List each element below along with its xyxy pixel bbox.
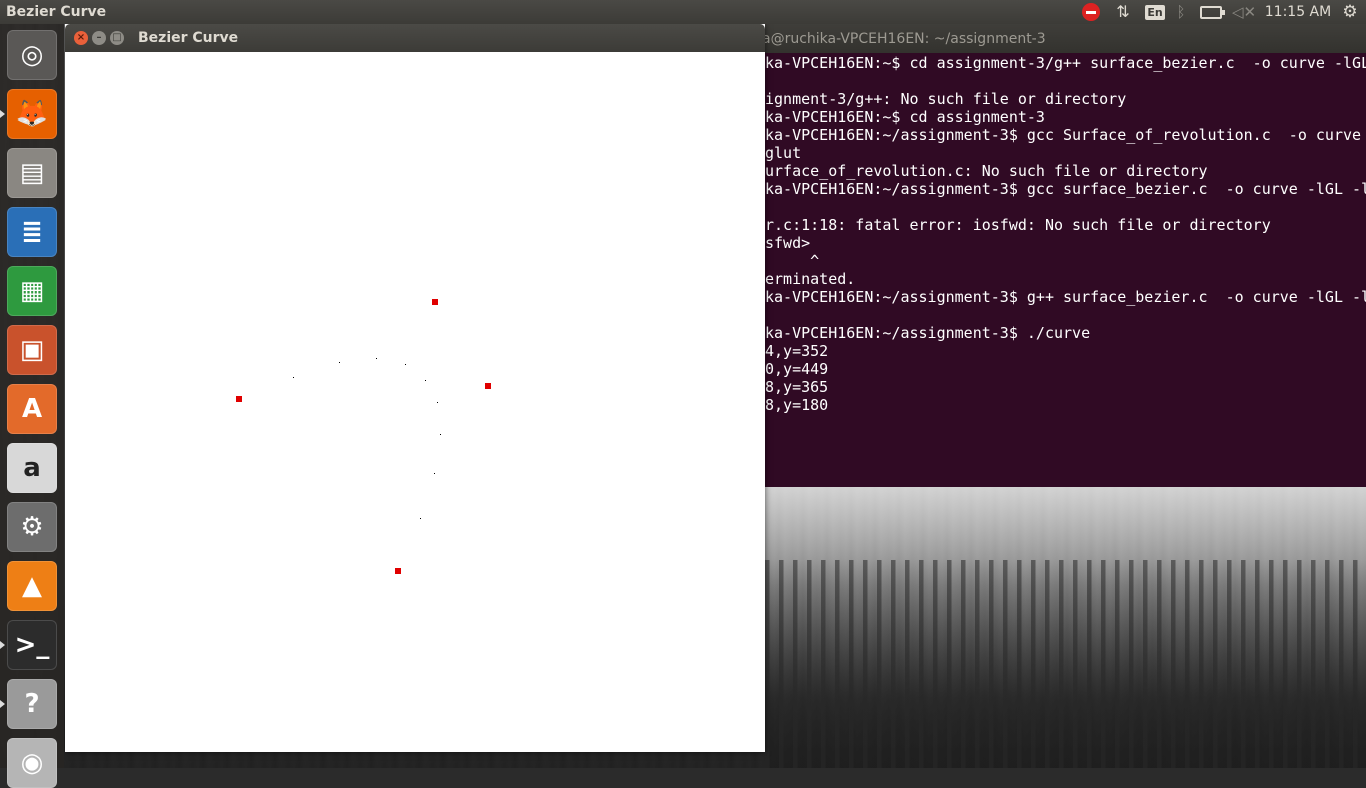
- running-indicator: [0, 641, 5, 649]
- terminal-output[interactable]: ka-VPCEH16EN:~$ cd assignment-3/g++ surf…: [765, 54, 1366, 487]
- terminal-window[interactable]: a@ruchika-VPCEH16EN: ~/assignment-3 ka-V…: [765, 24, 1366, 487]
- control-point[interactable]: [485, 383, 491, 389]
- curve-point: [440, 434, 441, 435]
- terminal-line: ^: [765, 252, 820, 270]
- bezier-canvas[interactable]: [65, 52, 765, 752]
- ubuntu-dash-icon: ◎: [20, 40, 44, 70]
- terminal-line: 8,y=180: [765, 396, 829, 414]
- calc-icon: ▦: [19, 276, 45, 306]
- launcher-item-writer[interactable]: ≣: [7, 207, 57, 257]
- terminal-line: urface_of_revolution.c: No such file or …: [765, 162, 1208, 180]
- terminal-line: ka-VPCEH16EN:~/assignment-3$ g++ surface…: [765, 288, 1366, 306]
- terminal-line: erminated.: [765, 270, 856, 288]
- system-settings-icon: ⚙: [20, 512, 44, 542]
- terminal-line: ka-VPCEH16EN:~/assignment-3$ ./curve: [765, 324, 1091, 342]
- keyboard-layout-indicator[interactable]: En: [1145, 0, 1165, 24]
- curve-point: [437, 402, 438, 403]
- vlc-icon: ▲: [22, 571, 42, 601]
- launcher-item-calc[interactable]: ▦: [7, 266, 57, 316]
- launcher-item-impress[interactable]: ▣: [7, 325, 57, 375]
- running-indicator: [0, 110, 5, 118]
- launcher-item-terminal[interactable]: >_: [7, 620, 57, 670]
- control-point[interactable]: [395, 568, 401, 574]
- terminal-icon: >_: [14, 630, 50, 660]
- bezier-titlebar[interactable]: × – □ Bezier Curve: [65, 24, 765, 52]
- active-window-title: Bezier Curve: [6, 4, 107, 20]
- terminal-line: ignment-3/g++: No such file or directory: [765, 90, 1127, 108]
- terminal-line: ka-VPCEH16EN:~/assignment-3$ gcc surface…: [765, 180, 1366, 198]
- launcher-item-vlc[interactable]: ▲: [7, 561, 57, 611]
- curve-point: [376, 358, 377, 359]
- terminal-titlebar[interactable]: a@ruchika-VPCEH16EN: ~/assignment-3: [765, 24, 1366, 53]
- bezier-window-title: Bezier Curve: [138, 30, 239, 46]
- control-point[interactable]: [432, 299, 438, 305]
- maximize-icon[interactable]: □: [110, 31, 124, 45]
- launcher: ◎ 🦊 ▤ ≣ ▦ ▣ Aa ⚙ ▲ >_? ◉: [0, 24, 64, 788]
- keyboard-layout-label: En: [1145, 4, 1165, 20]
- close-icon[interactable]: ×: [74, 31, 88, 45]
- wallpaper-forest: [765, 560, 1366, 768]
- software-center-icon: A: [21, 394, 43, 424]
- bezier-window[interactable]: × – □ Bezier Curve: [65, 24, 765, 752]
- writer-icon: ≣: [21, 217, 43, 247]
- launcher-item-firefox[interactable]: 🦊: [7, 89, 57, 139]
- settings-gear-icon[interactable]: ⚙: [1338, 0, 1362, 24]
- terminal-line: ka-VPCEH16EN:~$ cd assignment-3: [765, 108, 1045, 126]
- curve-point: [434, 473, 435, 474]
- terminal-line: r.c:1:18: fatal error: iosfwd: No such f…: [765, 216, 1271, 234]
- launcher-item-system-settings[interactable]: ⚙: [7, 502, 57, 552]
- curve-point: [425, 380, 426, 381]
- running-indicator: [0, 700, 5, 708]
- launcher-item-software-center[interactable]: A: [7, 384, 57, 434]
- launcher-item-files[interactable]: ▤: [7, 148, 57, 198]
- terminal-line: ka-VPCEH16EN:~$ cd assignment-3/g++ surf…: [765, 54, 1366, 72]
- control-point[interactable]: [236, 396, 242, 402]
- curve-point: [420, 518, 421, 519]
- top-panel: Bezier Curve ⇅ En ᛒ ◁✕ 11:15 AM ⚙: [0, 0, 1366, 24]
- terminal-line: ka-VPCEH16EN:~/assignment-3$ gcc Surface…: [765, 126, 1362, 144]
- launcher-item-unknown-app[interactable]: ?: [7, 679, 57, 729]
- stop-icon[interactable]: [1080, 0, 1102, 24]
- dvd-icon: ◉: [20, 748, 44, 778]
- network-icon[interactable]: ⇅: [1112, 0, 1134, 24]
- terminal-line: 0,y=449: [765, 360, 829, 378]
- minimize-icon[interactable]: –: [92, 31, 106, 45]
- launcher-item-dvd[interactable]: ◉: [7, 738, 57, 788]
- terminal-title: a@ruchika-VPCEH16EN: ~/assignment-3: [765, 31, 1046, 47]
- terminal-line: 8,y=365: [765, 378, 829, 396]
- terminal-line: 4,y=352: [765, 342, 829, 360]
- terminal-line: glut: [765, 144, 802, 162]
- firefox-icon: 🦊: [15, 99, 49, 129]
- curve-point: [405, 364, 406, 365]
- terminal-line: sfwd>: [765, 234, 811, 252]
- volume-muted-icon[interactable]: ◁✕: [1232, 0, 1256, 24]
- launcher-item-ubuntu-dash[interactable]: ◎: [7, 30, 57, 80]
- impress-icon: ▣: [19, 335, 45, 365]
- unknown-app-icon: ?: [24, 689, 40, 719]
- curve-point: [293, 377, 294, 378]
- files-icon: ▤: [19, 158, 45, 188]
- curve-point: [339, 362, 340, 363]
- amazon-icon: a: [23, 453, 41, 483]
- launcher-item-amazon[interactable]: a: [7, 443, 57, 493]
- bluetooth-icon[interactable]: ᛒ: [1172, 0, 1190, 24]
- clock[interactable]: 11:15 AM: [1262, 0, 1334, 24]
- battery-icon[interactable]: [1198, 0, 1225, 24]
